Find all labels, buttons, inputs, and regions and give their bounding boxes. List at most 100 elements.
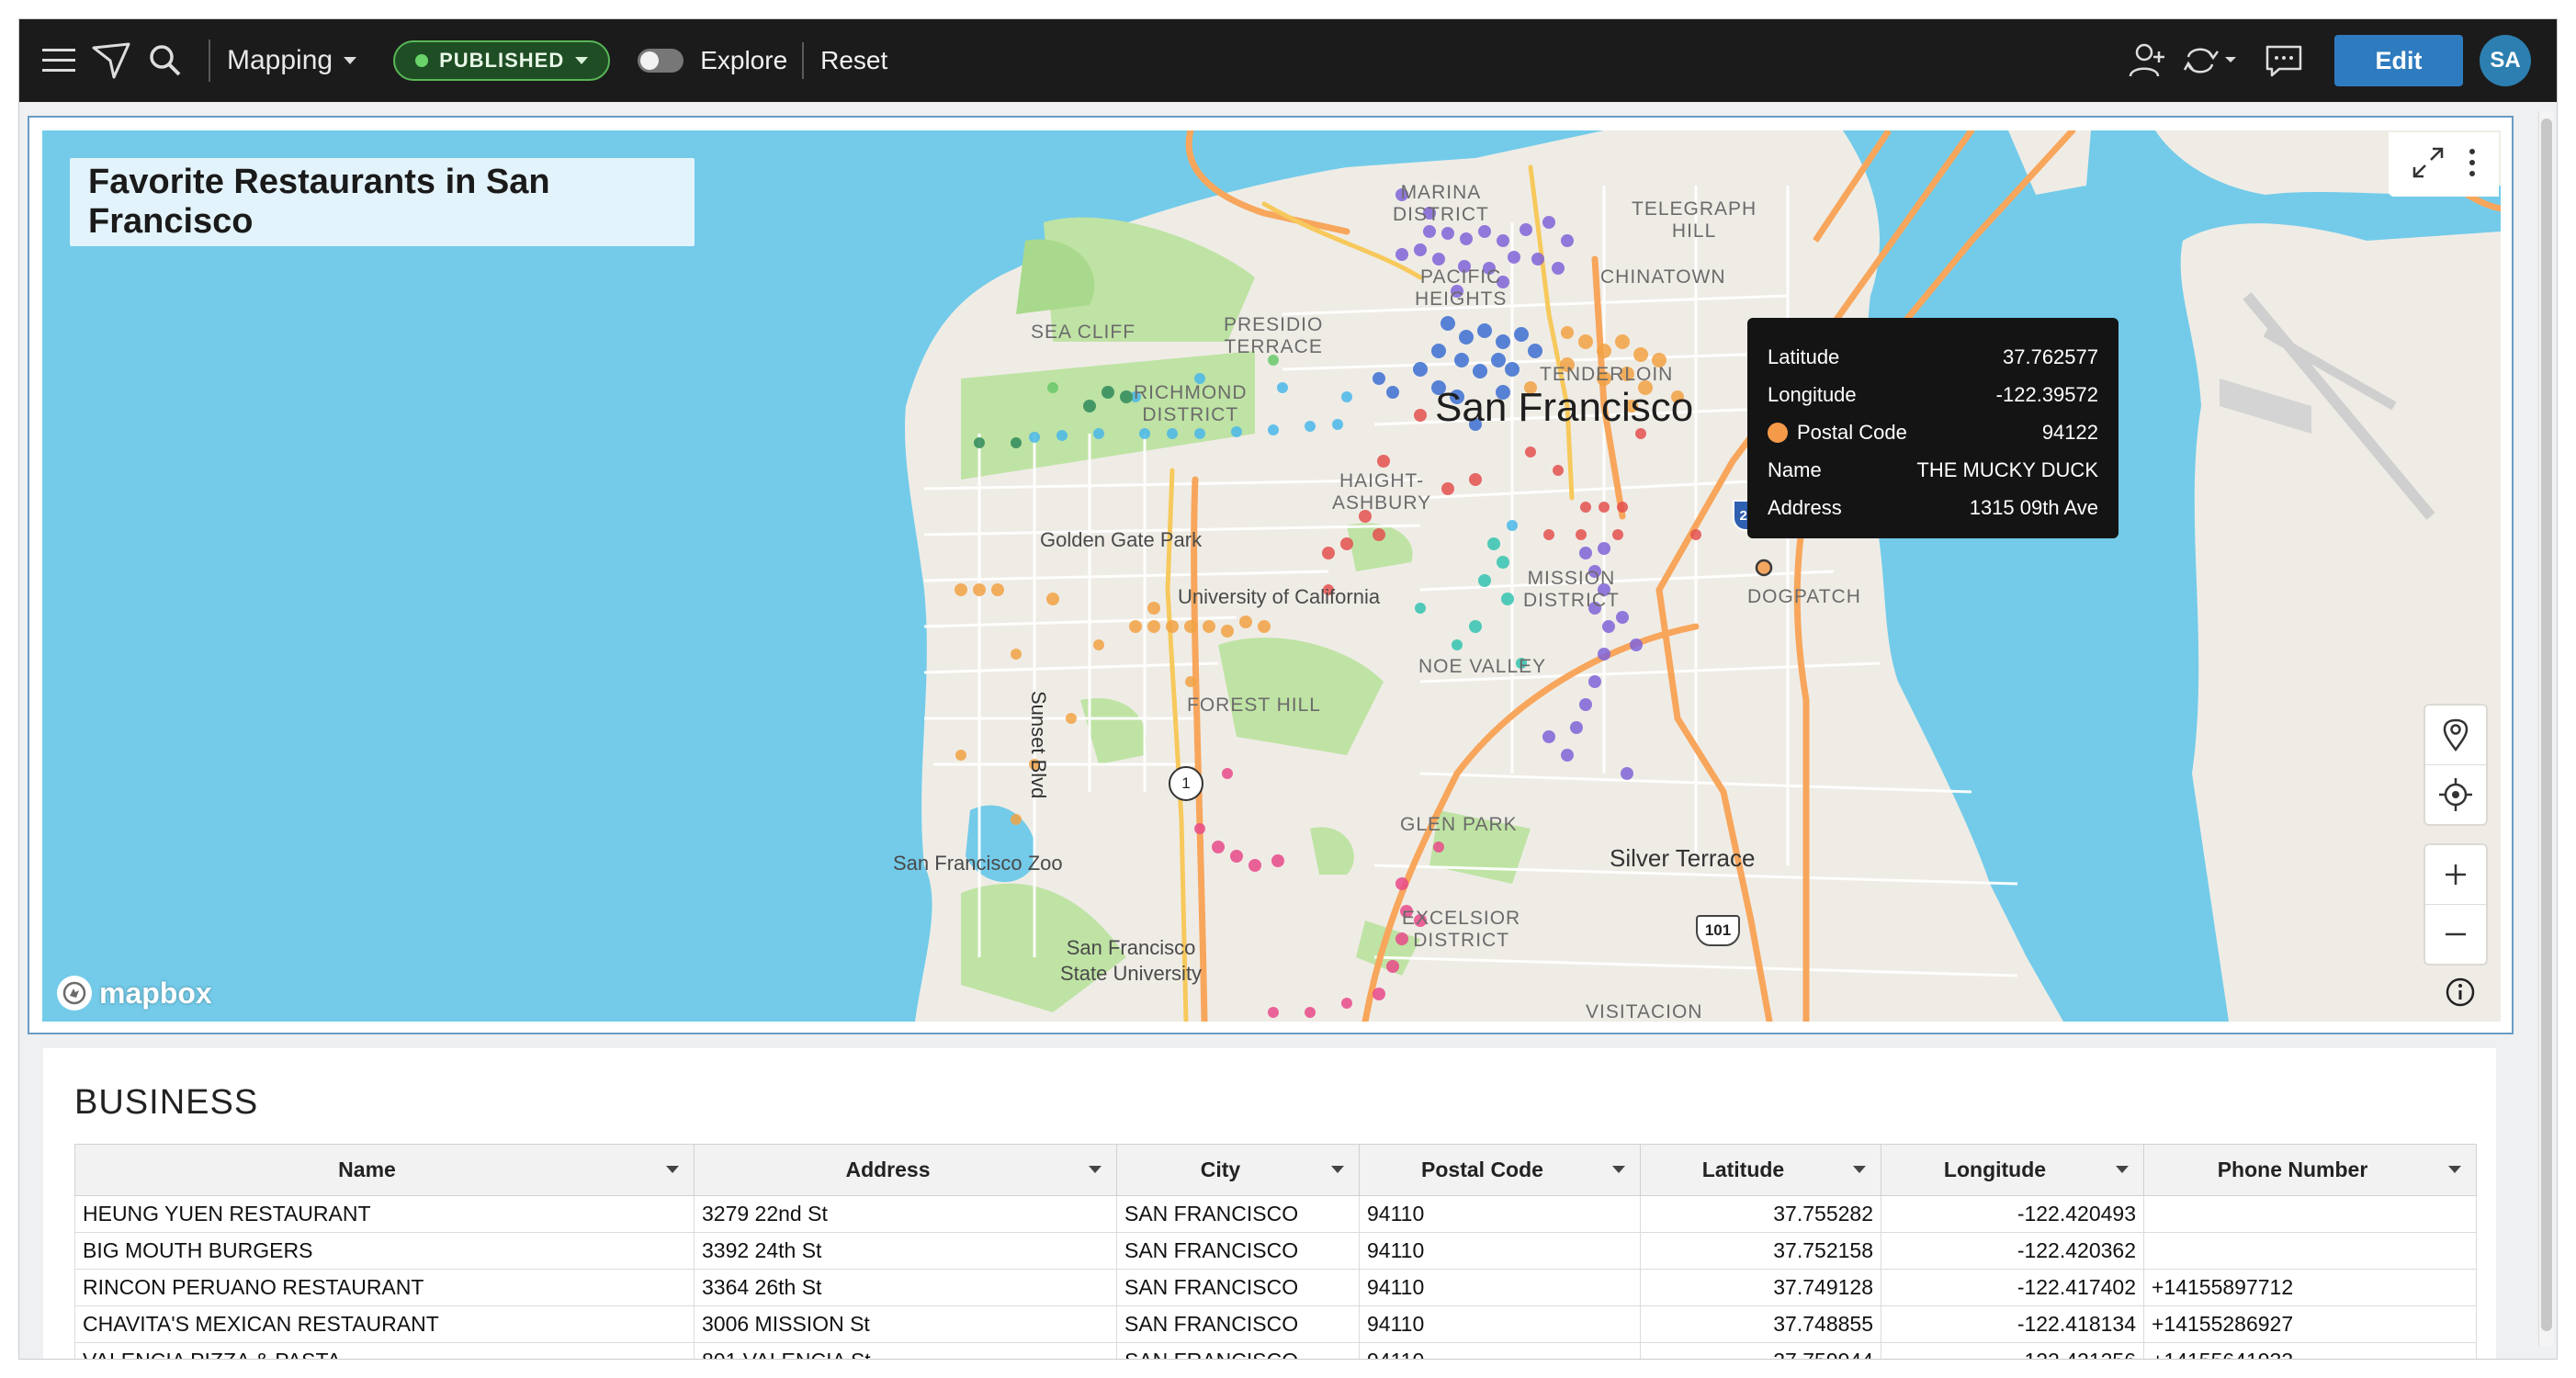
column-header-phone-number[interactable]: Phone Number	[2143, 1144, 2477, 1196]
cell-phone[interactable]	[2143, 1232, 2477, 1270]
page-scrollbar[interactable]	[2538, 111, 2553, 1347]
pin-icon[interactable]	[2425, 706, 2486, 764]
zoom-in-icon[interactable]	[2425, 845, 2486, 904]
chevron-down-icon[interactable]	[666, 1166, 679, 1173]
fullscreen-icon[interactable]	[2411, 145, 2446, 185]
avatar[interactable]: SA	[2480, 35, 2531, 86]
edit-button[interactable]: Edit	[2334, 35, 2463, 86]
scrollbar-thumb[interactable]	[2541, 119, 2552, 1331]
cell-phone[interactable]	[2143, 1195, 2477, 1233]
cell-postal-code[interactable]: 94110	[1359, 1269, 1641, 1306]
tooltip-value: 37.762577	[2003, 344, 2098, 368]
cell-city[interactable]: SAN FRANCISCO	[1116, 1269, 1360, 1306]
cell-postal-code[interactable]: 94110	[1359, 1232, 1641, 1270]
explore-label[interactable]: Explore	[700, 46, 787, 75]
cell-phone[interactable]: +14155286927	[2143, 1305, 2477, 1343]
tooltip-key: Longitude	[1768, 382, 1857, 406]
search-icon[interactable]	[139, 34, 192, 87]
cell-address[interactable]: 3364 26th St	[694, 1269, 1117, 1306]
map-location-controls	[2425, 706, 2486, 824]
column-header-postal-code[interactable]: Postal Code	[1359, 1144, 1641, 1196]
map-canvas[interactable]: MARINA DISTRICT TELEGRAPH HILL CHINATOWN…	[42, 130, 2501, 1022]
cell-phone[interactable]: +14155897712	[2143, 1269, 2477, 1306]
cell-address[interactable]: 801 VALENCIA St	[694, 1342, 1117, 1359]
cell-longitude[interactable]: -122.418134	[1881, 1305, 2144, 1343]
map-label-noe-valley: NOE VALLEY	[1418, 656, 1547, 677]
cell-city[interactable]: SAN FRANCISCO	[1116, 1342, 1360, 1359]
tooltip-row: Latitude 37.762577	[1768, 338, 2098, 376]
map-label-chinatown: CHINATOWN	[1600, 266, 1726, 288]
table-row[interactable]: VALENCIA PIZZA & PASTA 801 VALENCIA St S…	[74, 1342, 2477, 1359]
column-header-label: Latitude	[1701, 1158, 1785, 1181]
cell-name[interactable]: HEUNG YUEN RESTAURANT	[74, 1195, 695, 1233]
chevron-down-icon[interactable]	[1331, 1166, 1344, 1173]
cell-longitude[interactable]: -122.417402	[1881, 1269, 2144, 1306]
cell-latitude[interactable]: 37.759944	[1640, 1342, 1881, 1359]
cell-name[interactable]: RINCON PERUANO RESTAURANT	[74, 1269, 695, 1306]
workbook-title: Mapping	[227, 45, 333, 75]
logo-icon[interactable]	[85, 34, 139, 87]
table-row[interactable]: BIG MOUTH BURGERS 3392 24th St SAN FRANC…	[74, 1232, 2477, 1270]
table-row[interactable]: RINCON PERUANO RESTAURANT 3364 26th St S…	[74, 1269, 2477, 1306]
cell-latitude[interactable]: 37.755282	[1640, 1195, 1881, 1233]
explore-toggle[interactable]	[638, 49, 684, 73]
menu-icon[interactable]	[32, 34, 85, 87]
cell-longitude[interactable]: -122.420362	[1881, 1232, 2144, 1270]
locate-icon[interactable]	[2425, 765, 2486, 824]
tooltip-key: Postal Code	[1797, 420, 1907, 444]
tooltip-value: 94122	[2041, 420, 2098, 444]
chevron-down-icon[interactable]	[1089, 1166, 1102, 1173]
cell-postal-code[interactable]: 94110	[1359, 1195, 1641, 1233]
map-label-presidio: PRESIDIO TERRACE	[1224, 314, 1324, 357]
map-label-city: San Francisco	[1435, 385, 1694, 430]
cell-postal-code[interactable]: 94110	[1359, 1305, 1641, 1343]
cell-name[interactable]: BIG MOUTH BURGERS	[74, 1232, 695, 1270]
comment-icon[interactable]	[2257, 34, 2310, 87]
more-options-icon[interactable]	[2468, 147, 2477, 183]
map-label-sfsu: San Francisco State University	[1060, 936, 1203, 985]
column-header-label: Postal Code	[1421, 1158, 1543, 1181]
mapbox-logo[interactable]: mapbox	[57, 976, 212, 1011]
column-header-city[interactable]: City	[1116, 1144, 1360, 1196]
cell-longitude[interactable]: -122.420493	[1881, 1195, 2144, 1233]
cell-latitude[interactable]: 37.749128	[1640, 1269, 1881, 1306]
map-label-forest-hill: FOREST HILL	[1187, 695, 1321, 716]
published-status-dropdown[interactable]: PUBLISHED	[393, 40, 611, 81]
tooltip-key: Name	[1768, 457, 1822, 481]
cell-name[interactable]: CHAVITA'S MEXICAN RESTAURANT	[74, 1305, 695, 1343]
cell-longitude[interactable]: -122.421256	[1881, 1342, 2144, 1359]
chevron-down-icon[interactable]	[1612, 1166, 1625, 1173]
cell-city[interactable]: SAN FRANCISCO	[1116, 1305, 1360, 1343]
column-header-longitude[interactable]: Longitude	[1881, 1144, 2144, 1196]
map-label-visitacion: VISITACION	[1586, 1001, 1703, 1022]
reset-button[interactable]: Reset	[820, 46, 887, 75]
chevron-down-icon[interactable]	[2116, 1166, 2129, 1173]
mapbox-mark-icon	[57, 976, 92, 1011]
cell-phone[interactable]: +14155641933	[2143, 1342, 2477, 1359]
cell-name[interactable]: VALENCIA PIZZA & PASTA	[74, 1342, 695, 1359]
cell-city[interactable]: SAN FRANCISCO	[1116, 1195, 1360, 1233]
table-row[interactable]: HEUNG YUEN RESTAURANT 3279 22nd St SAN F…	[74, 1195, 2477, 1233]
info-icon[interactable]	[2444, 976, 2477, 1009]
app-window: Mapping PUBLISHED Explore Reset Edit SA	[18, 18, 2558, 1360]
refresh-icon[interactable]	[2175, 34, 2244, 87]
column-header-label: City	[1200, 1158, 1241, 1181]
route-1-shield: 1	[1169, 766, 1203, 801]
chevron-down-icon[interactable]	[1853, 1166, 1866, 1173]
cell-latitude[interactable]: 37.752158	[1640, 1232, 1881, 1270]
cell-address[interactable]: 3006 MISSION St	[694, 1305, 1117, 1343]
table-row[interactable]: CHAVITA'S MEXICAN RESTAURANT 3006 MISSIO…	[74, 1305, 2477, 1343]
chevron-down-icon[interactable]	[2448, 1166, 2461, 1173]
column-header-address[interactable]: Address	[694, 1144, 1117, 1196]
workbook-title-dropdown[interactable]: Mapping	[227, 45, 357, 76]
map-label-excelsior: EXCELSIOR DISTRICT	[1402, 908, 1521, 951]
cell-latitude[interactable]: 37.748855	[1640, 1305, 1881, 1343]
column-header-latitude[interactable]: Latitude	[1640, 1144, 1881, 1196]
cell-city[interactable]: SAN FRANCISCO	[1116, 1232, 1360, 1270]
zoom-out-icon[interactable]	[2425, 905, 2486, 964]
column-header-name[interactable]: Name	[74, 1144, 695, 1196]
add-user-icon[interactable]	[2121, 34, 2175, 87]
cell-address[interactable]: 3279 22nd St	[694, 1195, 1117, 1233]
cell-address[interactable]: 3392 24th St	[694, 1232, 1117, 1270]
cell-postal-code[interactable]: 94110	[1359, 1342, 1641, 1359]
